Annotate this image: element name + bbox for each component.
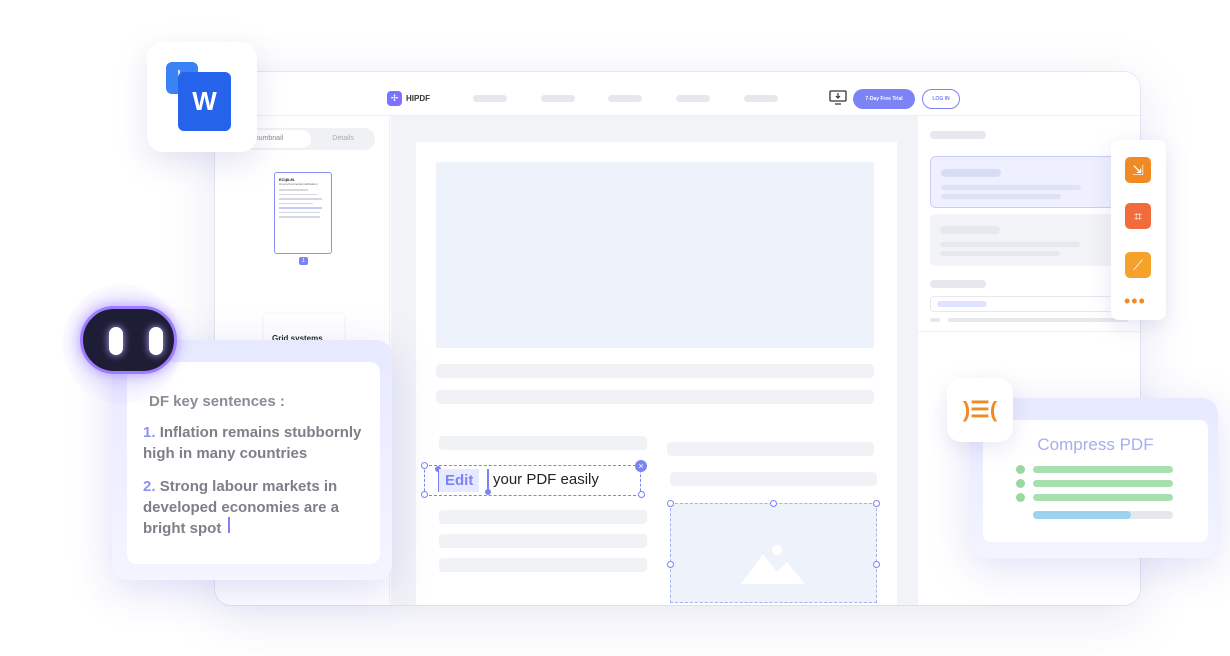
resize-handle[interactable] [421, 462, 428, 469]
option-title-placeholder [940, 226, 1000, 234]
option-card[interactable] [930, 214, 1128, 266]
text-cursor [487, 469, 489, 492]
selected-word[interactable]: Edit [439, 469, 480, 492]
pdf-to-word-card[interactable]: ↳ W [147, 42, 257, 152]
brand-name: HIPDF [406, 94, 430, 103]
dropdown-field[interactable] [930, 296, 1128, 312]
thumb-line [279, 216, 320, 218]
doc-text-line[interactable] [436, 390, 874, 404]
thumb-line [279, 211, 320, 213]
item-number: 2. [143, 478, 156, 495]
item-text: Strong labour markets in developed econo… [143, 478, 339, 537]
compress-title: Compress PDF [1037, 435, 1154, 454]
text-edit-box[interactable]: × Edit your PDF easily [421, 460, 647, 498]
ai-summary-item: 2. Strong labour markets in developed ec… [143, 476, 373, 539]
hipdf-logo-icon: ✢ [387, 91, 402, 106]
page-thumbnail-1[interactable]: ECiβLM. An environmental publication [274, 172, 332, 254]
doc-hero-block[interactable] [436, 162, 874, 348]
nav-item-placeholder[interactable] [608, 95, 642, 102]
option-line-placeholder [941, 194, 1061, 199]
top-navbar: ✢ HIPDF 7-Day Free Trial LOG IN [215, 72, 1140, 116]
ai-robot-icon[interactable] [80, 306, 177, 374]
doc-text-line[interactable] [439, 534, 647, 548]
check-icon [1016, 465, 1025, 474]
doc-text-line[interactable] [670, 472, 877, 486]
option-card-selected[interactable] [930, 156, 1128, 208]
doc-text-line[interactable] [439, 436, 647, 450]
free-trial-button[interactable]: 7-Day Free Trial [853, 89, 915, 109]
compress-file-icon: )☰( [962, 397, 998, 422]
word-icon: W [178, 72, 231, 131]
login-button[interactable]: LOG IN [922, 89, 960, 109]
item-number: 1. [143, 424, 156, 441]
thumb-line [279, 189, 308, 191]
brand[interactable]: ✢ HIPDF [387, 91, 430, 106]
desktop-download-icon[interactable] [829, 90, 847, 106]
item-text: Inflation remains stubbornly high in man… [143, 424, 362, 462]
check-line [1033, 466, 1173, 473]
sign-tool-icon[interactable]: ⟋ [1125, 252, 1151, 278]
doc-text-line[interactable] [667, 442, 874, 456]
section-heading-placeholder [930, 280, 986, 288]
check-line [1033, 480, 1173, 487]
resize-handle[interactable] [770, 500, 777, 507]
ai-summary-item: 1. Inflation remains stubbornly high in … [143, 422, 373, 464]
ai-summary-card: DF key sentences : 1. Inflation remains … [127, 362, 380, 564]
thumb-line [279, 198, 323, 200]
image-placeholder[interactable] [667, 500, 880, 603]
resize-handle[interactable] [421, 491, 428, 498]
check-line [1033, 494, 1173, 501]
option-title-placeholder [941, 169, 1001, 177]
panel-heading-placeholder [930, 131, 986, 139]
tools-palette: ⇲ ⌗ ⟋ ••• [1111, 140, 1166, 320]
check-icon [1016, 479, 1025, 488]
slider-label-placeholder [930, 318, 940, 322]
page-number-badge: 1 [299, 257, 308, 265]
slider-track[interactable] [948, 318, 1128, 322]
thumb-line [279, 207, 323, 209]
compress-badge[interactable]: )☰( [947, 378, 1013, 442]
more-tools-icon[interactable]: ••• [1124, 291, 1146, 312]
doc-text-line[interactable] [436, 364, 874, 378]
nav-item-placeholder[interactable] [473, 95, 507, 102]
progress-fill [1033, 511, 1131, 519]
nav-item-placeholder[interactable] [744, 95, 778, 102]
resize-handle[interactable] [873, 500, 880, 507]
compress-card: Compress PDF [983, 420, 1208, 542]
dropdown-value-placeholder [937, 301, 987, 307]
ai-summary-heading: DF key sentences : [149, 393, 285, 410]
robot-eye [109, 327, 123, 355]
compress-tool-icon[interactable]: ⇲ [1125, 157, 1151, 183]
compress-progress-bar [1033, 511, 1173, 519]
option-line-placeholder [941, 185, 1081, 190]
resize-handle[interactable] [667, 500, 674, 507]
text-cursor [228, 517, 230, 533]
nav-item-placeholder[interactable] [676, 95, 710, 102]
doc-text-line[interactable] [439, 558, 647, 572]
edit-text[interactable]: your PDF easily [493, 471, 599, 488]
thumb-line [279, 193, 318, 195]
option-line-placeholder [940, 251, 1060, 256]
doc-text-line[interactable] [439, 510, 647, 524]
crop-tool-icon[interactable]: ⌗ [1125, 203, 1151, 229]
image-mountain-icon [741, 545, 805, 584]
check-icon [1016, 493, 1025, 502]
tab-details[interactable]: Details [313, 130, 373, 148]
resize-handle[interactable] [873, 561, 880, 568]
option-line-placeholder [940, 242, 1080, 247]
thumb-subtitle: An environmental publication [279, 182, 318, 186]
close-icon[interactable]: × [635, 460, 647, 472]
divider [918, 331, 1140, 332]
nav-item-placeholder[interactable] [541, 95, 575, 102]
resize-handle[interactable] [638, 491, 645, 498]
thumb-line [279, 202, 313, 204]
robot-eye [149, 327, 163, 355]
resize-handle[interactable] [667, 561, 674, 568]
